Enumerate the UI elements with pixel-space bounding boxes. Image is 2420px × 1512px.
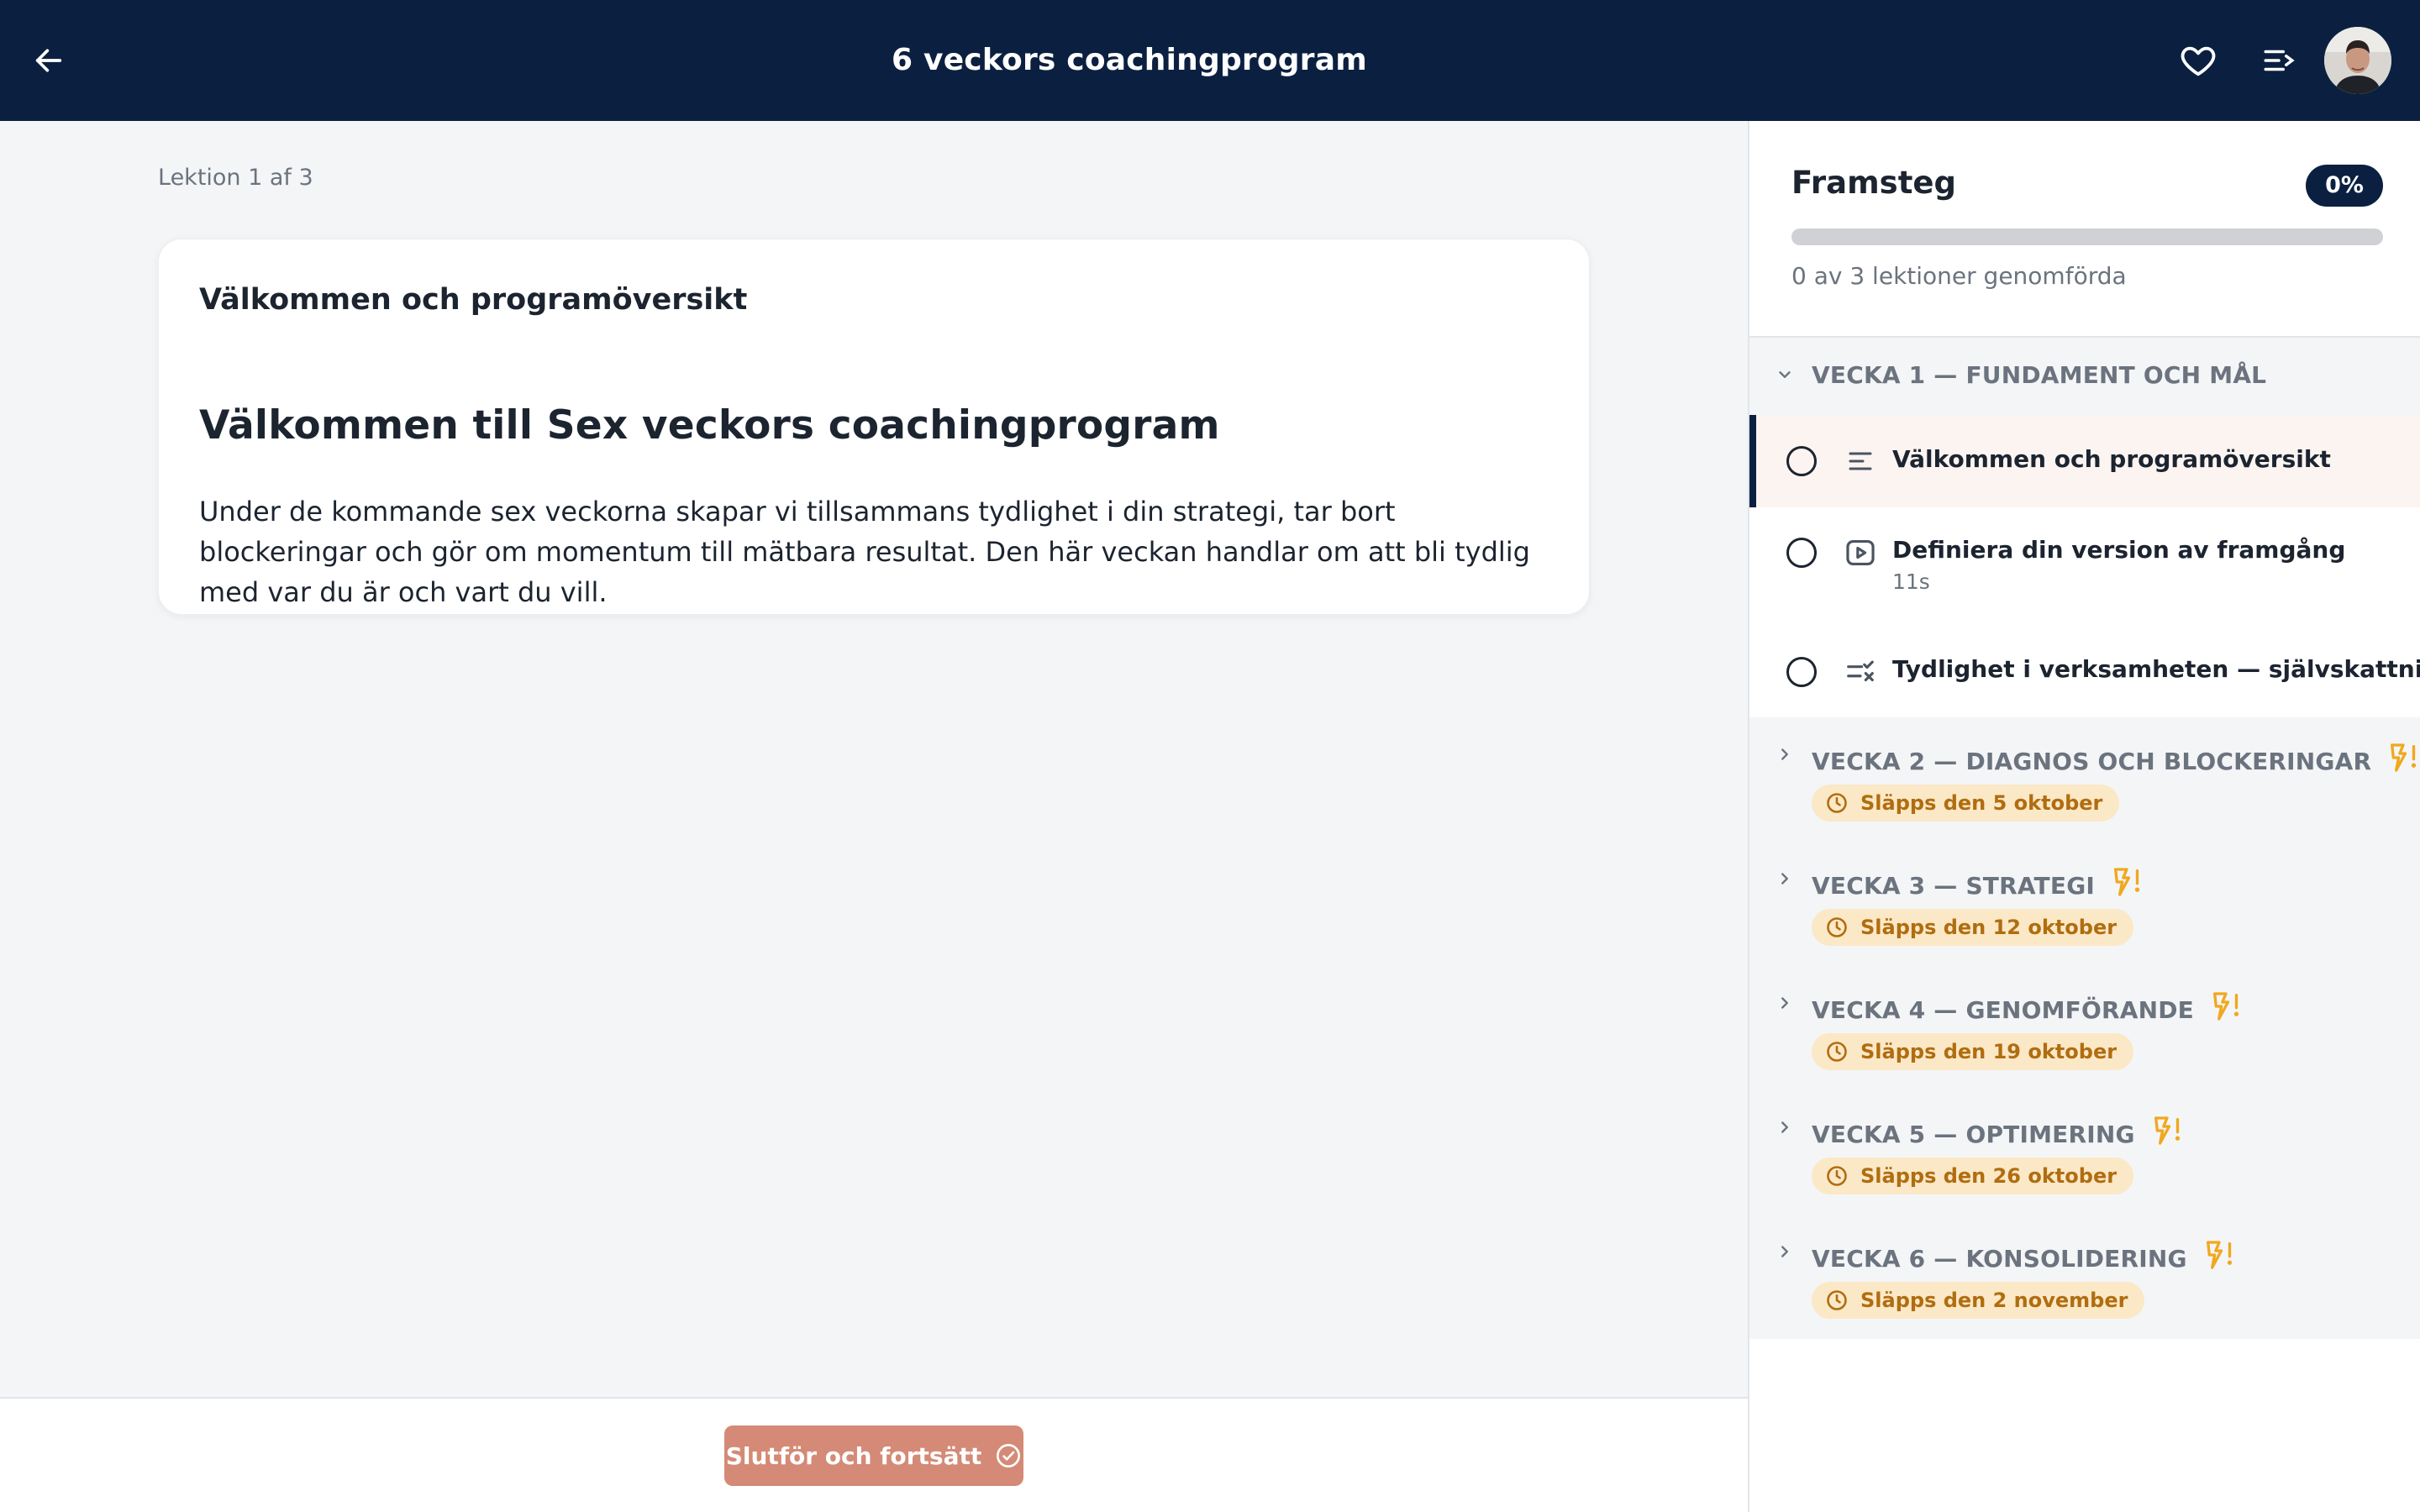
module-title-row: VECKA 6 — KONSOLIDERING: [1812, 1238, 2236, 1273]
favorite-button[interactable]: [2175, 37, 2222, 84]
module-week-3: VECKA 3 — STRATEGI Släpps den 12 oktober: [1749, 842, 2420, 966]
complete-and-continue-button[interactable]: Slutför och fortsätt: [724, 1425, 1023, 1486]
lesson-counter: Lektion 1 af 3: [158, 165, 313, 191]
module-header-week-1[interactable]: VECKA 1 — FUNDAMENT OCH MÅL: [1749, 338, 2420, 415]
lesson-item-1[interactable]: Välkommen och programöversikt: [1749, 415, 2420, 507]
lesson-title: Definiera din version av framgång: [1892, 536, 2346, 564]
module-header-week-6[interactable]: VECKA 6 — KONSOLIDERING: [1749, 1215, 2420, 1292]
lightning-alert-icon: [2206, 1241, 2232, 1269]
module-title-row: VECKA 4 — GENOMFÖRANDE: [1812, 990, 2243, 1024]
module-week-5: VECKA 5 — OPTIMERING Släpps den 26 oktob…: [1749, 1090, 2420, 1215]
module-title-row: VECKA 3 — STRATEGI: [1812, 865, 2144, 900]
release-date-badge: Släpps den 12 oktober: [1812, 909, 2134, 946]
course-sidebar: Framsteg 0% 0 av 3 lektioner genomförda …: [1748, 121, 2420, 1512]
release-date-badge: Släpps den 26 oktober: [1812, 1158, 2134, 1194]
lightning-alert-icon: [2154, 1116, 2180, 1145]
clock-icon: [1827, 793, 1847, 813]
lesson-card-title: Välkommen och programöversikt: [199, 283, 748, 317]
video-play-icon: [1844, 536, 1877, 570]
progress-title: Framsteg: [1791, 165, 1956, 201]
module-title: VECKA 1 — FUNDAMENT OCH MÅL: [1812, 361, 2267, 389]
complete-button-label: Slutför och fortsätt: [725, 1441, 982, 1470]
release-date-text: Släpps den 26 oktober: [1860, 1164, 2118, 1188]
progress-percent-badge: 0%: [2306, 165, 2383, 207]
lesson-content: Lektion 1 af 3 Välkommen och programöver…: [0, 121, 1748, 1397]
progress-panel: Framsteg 0% 0 av 3 lektioner genomförda: [1749, 121, 2420, 338]
chevron-right-icon: [1773, 991, 1797, 1015]
release-date-text: Släpps den 2 november: [1860, 1289, 2128, 1312]
module-title: VECKA 2 — DIAGNOS OCH BLOCKERINGAR: [1812, 748, 2372, 775]
clock-icon: [1827, 917, 1847, 937]
chevron-right-icon: [1773, 743, 1797, 766]
module-week-6: VECKA 6 — KONSOLIDERING Släpps den 2 nov…: [1749, 1215, 2420, 1339]
course-title: 6 veckors coachingprogram: [892, 43, 1367, 77]
module-header-week-3[interactable]: VECKA 3 — STRATEGI: [1749, 842, 2420, 919]
check-circle-icon: [997, 1444, 1021, 1467]
lesson-status-circle: [1786, 657, 1817, 687]
module-title-row: VECKA 2 — DIAGNOS OCH BLOCKERINGAR: [1812, 741, 2420, 775]
chevron-down-icon: [1773, 363, 1797, 386]
lesson-body-text: Under de kommande sex veckorna skapar vi…: [199, 496, 1530, 608]
lesson-title: Välkommen och programöversikt: [1892, 445, 2331, 473]
lightning-alert-icon: [2391, 743, 2417, 772]
module-title: VECKA 3 — STRATEGI: [1812, 872, 2095, 900]
module-title: VECKA 4 — GENOMFÖRANDE: [1812, 996, 2195, 1024]
lesson-item-3[interactable]: Tydlighet i verksamheten — självskattnin…: [1749, 627, 2420, 717]
clock-icon: [1827, 1166, 1847, 1186]
chevron-right-icon: [1773, 867, 1797, 890]
lesson-title: Tydlighet i verksamheten — självskattnin…: [1892, 655, 2420, 683]
checklist-icon: [1844, 655, 1877, 689]
heart-icon: [2181, 46, 2216, 76]
release-date-text: Släpps den 5 oktober: [1860, 791, 2103, 815]
clock-icon: [1827, 1042, 1847, 1062]
lightning-alert-icon: [2213, 992, 2239, 1021]
lesson-footer: Slutför och fortsätt: [0, 1397, 1748, 1512]
lesson-heading: Välkommen till Sex veckors coachingprogr…: [199, 402, 1220, 449]
lesson-item-2[interactable]: Definiera din version av framgång 11s: [1749, 507, 2420, 627]
user-avatar[interactable]: [2324, 27, 2391, 94]
lesson-status-circle: [1786, 446, 1817, 476]
top-app-bar: 6 veckors coachingprogram: [0, 0, 2420, 121]
course-outline-button[interactable]: [2255, 37, 2302, 84]
chevron-right-icon: [1773, 1116, 1797, 1139]
module-header-week-4[interactable]: VECKA 4 — GENOMFÖRANDE: [1749, 966, 2420, 1043]
module-week-1: VECKA 1 — FUNDAMENT OCH MÅL: [1749, 338, 2420, 415]
module-title-row: VECKA 5 — OPTIMERING: [1812, 1114, 2184, 1148]
release-date-badge: Släpps den 19 oktober: [1812, 1033, 2134, 1070]
lesson-status-circle: [1786, 538, 1817, 568]
module-header-week-2[interactable]: VECKA 2 — DIAGNOS OCH BLOCKERINGAR: [1749, 717, 2420, 795]
module-week-2: VECKA 2 — DIAGNOS OCH BLOCKERINGAR Släpp…: [1749, 717, 2420, 842]
release-date-text: Släpps den 12 oktober: [1860, 916, 2118, 939]
progress-bar: [1791, 228, 2383, 245]
progress-caption: 0 av 3 lektioner genomförda: [1791, 262, 2127, 290]
lesson-card: Välkommen och programöversikt Välkommen …: [158, 239, 1590, 615]
avatar-photo: [2324, 27, 2391, 94]
clock-icon: [1827, 1290, 1847, 1310]
module-title: VECKA 5 — OPTIMERING: [1812, 1121, 2135, 1148]
module-header-week-5[interactable]: VECKA 5 — OPTIMERING: [1749, 1090, 2420, 1168]
release-date-badge: Släpps den 2 november: [1812, 1282, 2145, 1319]
lightning-alert-icon: [2114, 868, 2140, 896]
chevron-right-icon: [1773, 1240, 1797, 1263]
list-outline-icon: [2264, 50, 2295, 71]
lesson-duration: 11s: [1892, 570, 1930, 594]
module-week-4: VECKA 4 — GENOMFÖRANDE Släpps den 19 okt…: [1749, 966, 2420, 1090]
release-date-text: Släpps den 19 oktober: [1860, 1040, 2118, 1063]
release-date-badge: Släpps den 5 oktober: [1812, 785, 2120, 822]
module-title: VECKA 6 — KONSOLIDERING: [1812, 1245, 2187, 1273]
text-lines-icon: [1844, 444, 1877, 478]
